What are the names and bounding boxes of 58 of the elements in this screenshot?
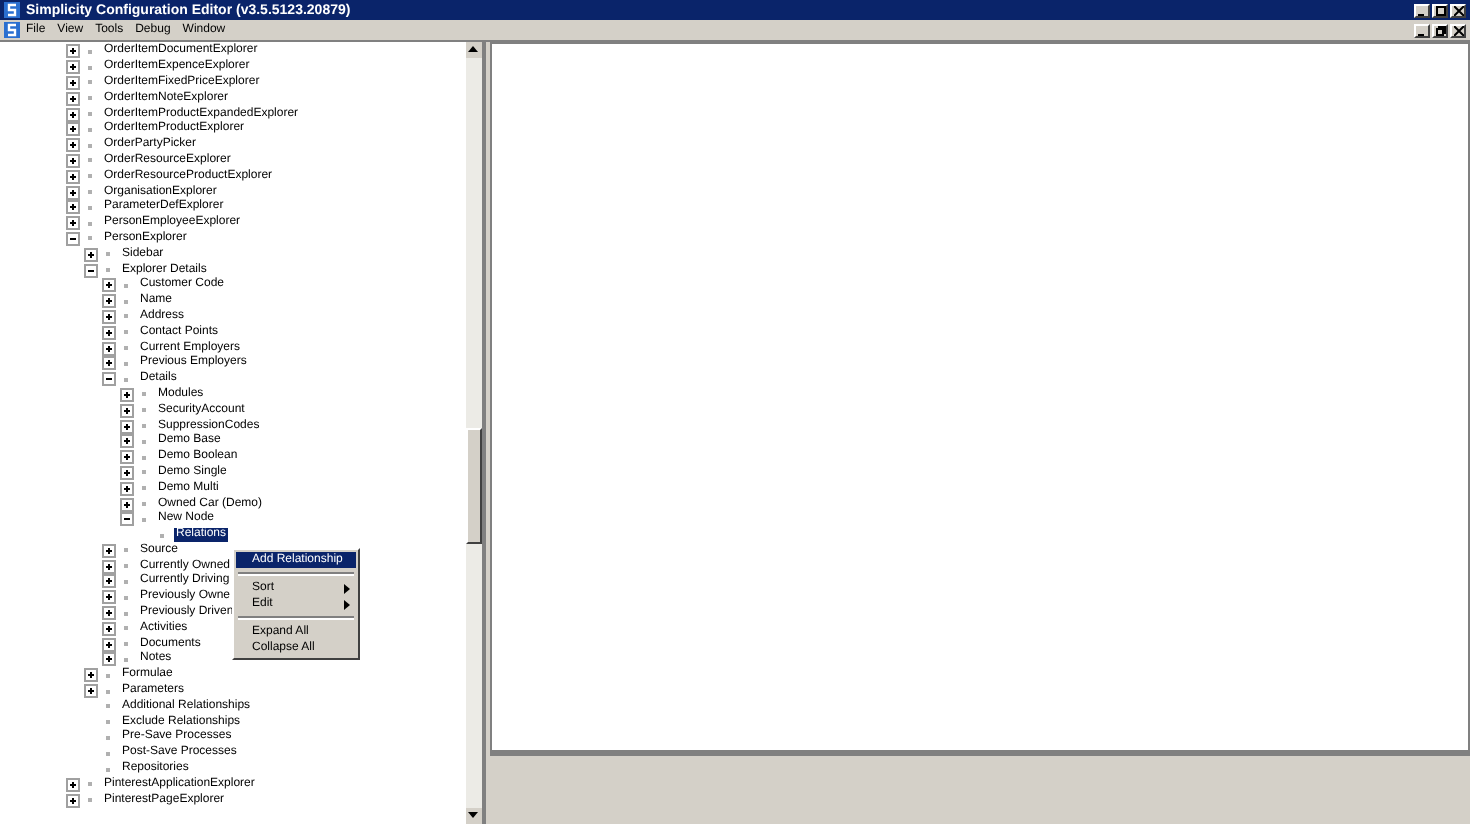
expand-icon[interactable]: [102, 278, 116, 293]
minimize-button[interactable]: [1414, 23, 1430, 37]
maximize-button[interactable]: [1432, 3, 1448, 17]
expand-icon[interactable]: [66, 185, 80, 200]
expand-icon[interactable]: [102, 325, 116, 340]
expand-icon[interactable]: [66, 777, 80, 792]
expand-icon[interactable]: [120, 465, 134, 480]
expand-icon[interactable]: [120, 497, 134, 511]
close-button[interactable]: [1450, 3, 1466, 17]
expand-icon[interactable]: [102, 590, 116, 605]
expand-icon[interactable]: [84, 668, 98, 683]
expand-icon[interactable]: [102, 309, 116, 324]
expand-icon[interactable]: [66, 75, 80, 90]
restore-icon: [1435, 25, 1445, 35]
expand-icon[interactable]: [120, 434, 134, 449]
expand-icon[interactable]: [102, 621, 116, 636]
collapse-icon[interactable]: [102, 372, 116, 387]
expand-icon[interactable]: [102, 574, 116, 589]
expand-icon[interactable]: [66, 44, 80, 59]
scroll-down-icon[interactable]: [466, 808, 482, 824]
expand-icon[interactable]: [66, 169, 80, 184]
expand-icon[interactable]: [102, 637, 116, 652]
scroll-up-icon[interactable]: [466, 42, 482, 58]
expand-icon[interactable]: [66, 200, 80, 215]
expand-icon[interactable]: [102, 356, 116, 371]
app-logo-icon: [4, 22, 20, 38]
expand-icon[interactable]: [120, 387, 134, 402]
close-icon: [1453, 5, 1463, 15]
expand-icon[interactable]: [102, 294, 116, 309]
expand-icon[interactable]: [102, 652, 116, 667]
expand-icon[interactable]: [102, 341, 116, 356]
minimize-button[interactable]: [1414, 3, 1430, 17]
expand-icon[interactable]: [120, 450, 134, 465]
expand-icon[interactable]: [120, 481, 134, 496]
collapse-icon[interactable]: [84, 263, 98, 278]
expand-icon[interactable]: [66, 793, 80, 808]
expand-icon[interactable]: [66, 107, 80, 122]
expand-icon[interactable]: [102, 559, 116, 574]
expand-icon[interactable]: [66, 216, 80, 231]
maximize-icon: [1435, 5, 1445, 15]
expand-icon[interactable]: [120, 419, 134, 434]
expand-icon[interactable]: [84, 247, 98, 262]
expand-icon[interactable]: [102, 543, 116, 558]
expand-icon[interactable]: [66, 153, 80, 168]
close-button[interactable]: [1450, 23, 1466, 37]
collapse-icon[interactable]: [120, 512, 134, 527]
expand-icon[interactable]: [66, 122, 80, 137]
scrollbar-thumb[interactable]: [466, 428, 482, 544]
close-icon: [1453, 25, 1463, 35]
expand-icon[interactable]: [120, 403, 134, 418]
expand-icon[interactable]: [66, 60, 80, 75]
expand-icon[interactable]: [66, 91, 80, 106]
app-logo-icon: [4, 2, 20, 18]
restore-button[interactable]: [1432, 23, 1448, 37]
expand-icon[interactable]: [102, 606, 116, 621]
expand-icon[interactable]: [84, 684, 98, 699]
collapse-icon[interactable]: [66, 231, 80, 246]
expand-icon[interactable]: [66, 138, 80, 153]
